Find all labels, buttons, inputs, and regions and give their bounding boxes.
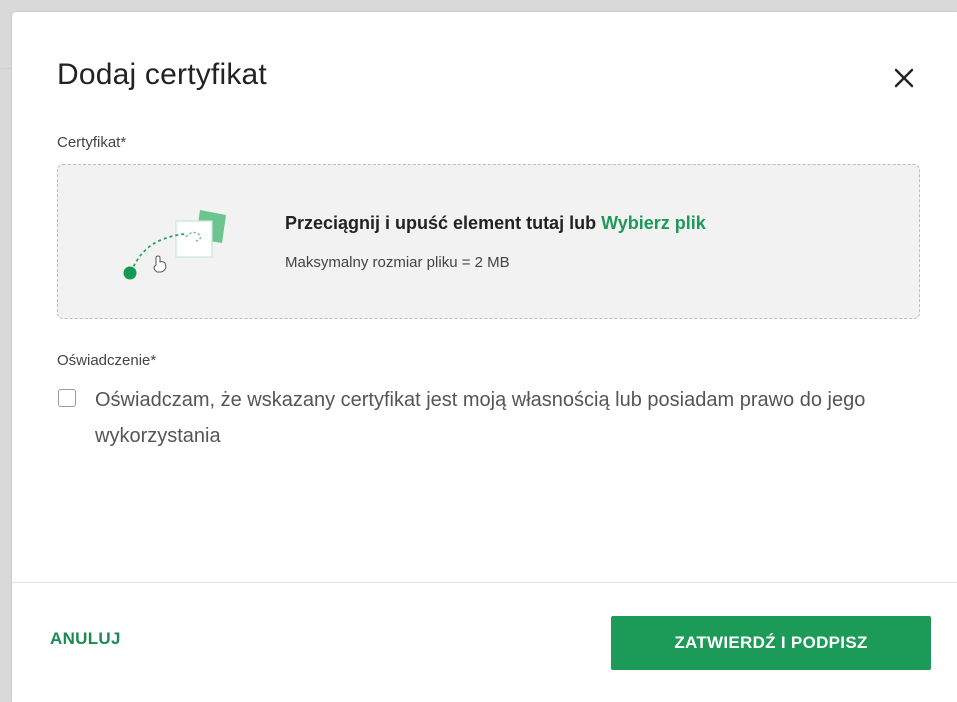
dropzone-main-text: Przeciągnij i upuść element tutaj lub xyxy=(285,213,602,233)
cancel-button[interactable]: ANULUJ xyxy=(50,629,121,649)
statement-checkbox[interactable] xyxy=(58,389,76,407)
close-icon xyxy=(894,68,914,88)
dropzone-instruction: Przeciągnij i upuść element tutaj lub Wy… xyxy=(285,213,706,234)
choose-file-link[interactable]: Wybierz plik xyxy=(601,213,706,233)
certificate-label: Certyfikat* xyxy=(57,134,127,151)
max-file-size-hint: Maksymalny rozmiar pliku = 2 MB xyxy=(285,254,510,271)
footer-divider xyxy=(12,582,957,583)
file-dropzone[interactable]: Przeciągnij i upuść element tutaj lub Wy… xyxy=(57,164,920,319)
drag-and-drop-illustration xyxy=(123,210,226,280)
statement-checkbox-text[interactable]: Oświadczam, że wskazany certyfikat jest … xyxy=(95,382,915,454)
statement-label: Oświadczenie* xyxy=(57,352,157,369)
close-button[interactable] xyxy=(890,64,918,92)
add-certificate-dialog: Dodaj certyfikat Certyfikat* Przeciągnij… xyxy=(12,12,957,702)
dialog-title: Dodaj certyfikat xyxy=(57,58,267,91)
confirm-and-sign-button[interactable]: ZATWIERDŹ I PODPISZ xyxy=(611,616,931,670)
